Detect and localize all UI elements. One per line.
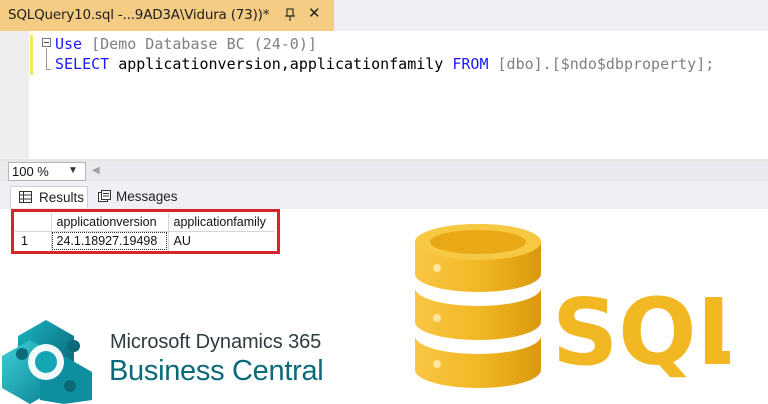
business-central-logo-icon [2, 320, 92, 404]
grid-corner[interactable] [15, 213, 52, 232]
column-header-applicationfamily[interactable]: applicationfamily [168, 213, 274, 232]
results-tab-strip: Results Messages [0, 181, 768, 209]
query-editor[interactable]: Use [Demo Database BC (24-0)] SELECT app… [0, 31, 768, 159]
tab-results[interactable]: Results [10, 186, 88, 208]
code-keyword-select: SELECT [55, 55, 110, 73]
code-table: [$ndo$dbproperty] [551, 55, 706, 73]
close-icon[interactable]: ✕ [308, 6, 321, 22]
bc-product-name: Business Central [109, 355, 324, 387]
chevron-down-icon: ▼ [68, 165, 78, 176]
cell-applicationversion[interactable]: 24.1.18927.19498 [51, 231, 169, 251]
zoom-bar: 100 % ▼ ◀ [0, 162, 768, 181]
zoom-value: 100 % [12, 164, 49, 179]
grid-icon [19, 191, 32, 203]
code-line-1: Use [Demo Database BC (24-0)] [55, 35, 317, 53]
query-tab-title: SQLQuery10.sql -...9AD3A\Vidura (73))* [8, 7, 270, 23]
table-row[interactable]: 1 24.1.18927.19498 AU [15, 231, 274, 251]
code-columns: applicationversion,applicationfamily [109, 55, 453, 73]
change-indicator-bar [30, 35, 33, 75]
cell-applicationfamily[interactable]: AU [168, 231, 274, 251]
results-grid[interactable]: applicationversion applicationfamily 1 2… [15, 213, 274, 251]
column-header-applicationversion[interactable]: applicationversion [51, 213, 169, 232]
code-keyword-from: FROM [452, 55, 489, 73]
code-database-name: [Demo Database BC (24-0)] [82, 35, 317, 53]
zoom-dropdown[interactable]: 100 % ▼ [8, 162, 86, 181]
results-grid-highlight: applicationversion applicationfamily 1 2… [11, 209, 280, 254]
bc-product-line: Microsoft Dynamics 365 [110, 331, 322, 353]
editor-gutter [0, 31, 29, 159]
tab-results-label: Results [39, 190, 85, 205]
fold-guide [46, 48, 51, 70]
code-keyword-use: Use [55, 35, 83, 53]
query-tab[interactable]: SQLQuery10.sql -...9AD3A\Vidura (73))* ✕ [0, 0, 334, 31]
code-dot: . [542, 55, 552, 73]
scroll-left-icon[interactable]: ◀ [92, 165, 100, 176]
messages-icon [98, 190, 111, 202]
tab-messages[interactable]: Messages [94, 186, 186, 208]
code-line-2: SELECT applicationversion,applicationfam… [55, 55, 714, 73]
collapse-icon[interactable] [42, 38, 51, 47]
code-schema: [dbo] [488, 55, 543, 73]
document-tab-strip: SQLQuery10.sql -...9AD3A\Vidura (73))* ✕ [0, 0, 768, 31]
code-semicolon: ; [705, 55, 715, 73]
pin-icon[interactable] [283, 8, 297, 22]
tab-messages-label: Messages [116, 189, 178, 204]
row-number[interactable]: 1 [15, 231, 52, 251]
grid-header-row: applicationversion applicationfamily [15, 213, 274, 232]
sql-logo-text: SQL [552, 279, 730, 386]
sql-database-logo-icon: SQL [415, 224, 730, 388]
